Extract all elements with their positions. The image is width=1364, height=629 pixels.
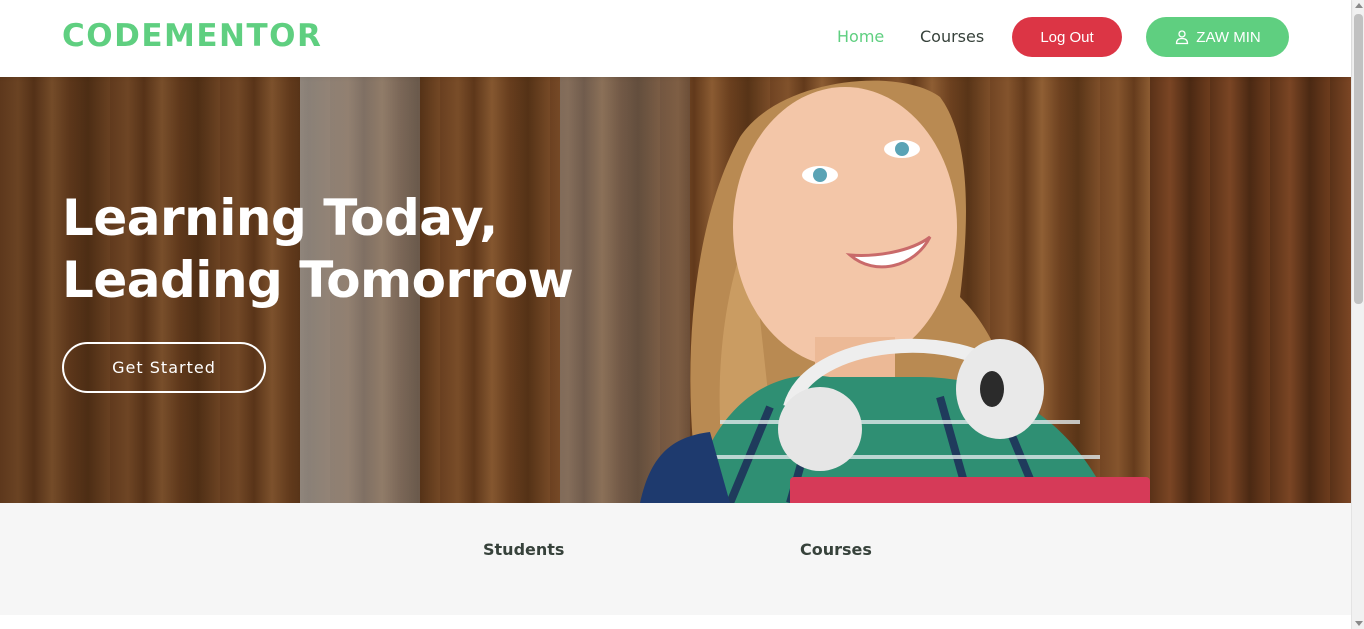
- logout-button-label: Log Out: [1040, 28, 1094, 46]
- site-header: CODEMENTOR Home Courses Log Out ZAW MIN: [0, 0, 1351, 77]
- scroll-up-arrow-icon[interactable]: [1355, 3, 1363, 8]
- hero-title: Learning Today, Leading Tomorrow: [62, 187, 574, 311]
- hero-title-line-1: Learning Today,: [62, 189, 498, 247]
- hero-background-panel: [1150, 77, 1351, 503]
- stats-band: Students Courses: [0, 503, 1351, 615]
- nav-home-link[interactable]: Home: [837, 27, 884, 46]
- hero-section: Learning Today, Leading Tomorrow Get Sta…: [0, 77, 1351, 503]
- stat-students-label: Students: [483, 540, 565, 559]
- user-name-label: ZAW MIN: [1196, 28, 1261, 46]
- brand-logo[interactable]: CODEMENTOR: [62, 18, 322, 54]
- user-account-button[interactable]: ZAW MIN: [1146, 17, 1289, 57]
- hero-title-line-2: Leading Tomorrow: [62, 251, 574, 309]
- get-started-button[interactable]: Get Started: [62, 342, 266, 393]
- logout-button[interactable]: Log Out: [1012, 17, 1122, 57]
- hero-student-photo: [640, 80, 1150, 503]
- scroll-thumb[interactable]: [1354, 14, 1363, 304]
- page: CODEMENTOR Home Courses Log Out ZAW MIN: [0, 0, 1364, 629]
- stat-courses-label: Courses: [800, 540, 872, 559]
- vertical-scrollbar[interactable]: [1351, 0, 1364, 629]
- get-started-label: Get Started: [112, 358, 216, 377]
- scroll-down-arrow-icon[interactable]: [1355, 621, 1363, 626]
- nav-courses-link[interactable]: Courses: [920, 27, 984, 46]
- user-icon: [1174, 29, 1190, 45]
